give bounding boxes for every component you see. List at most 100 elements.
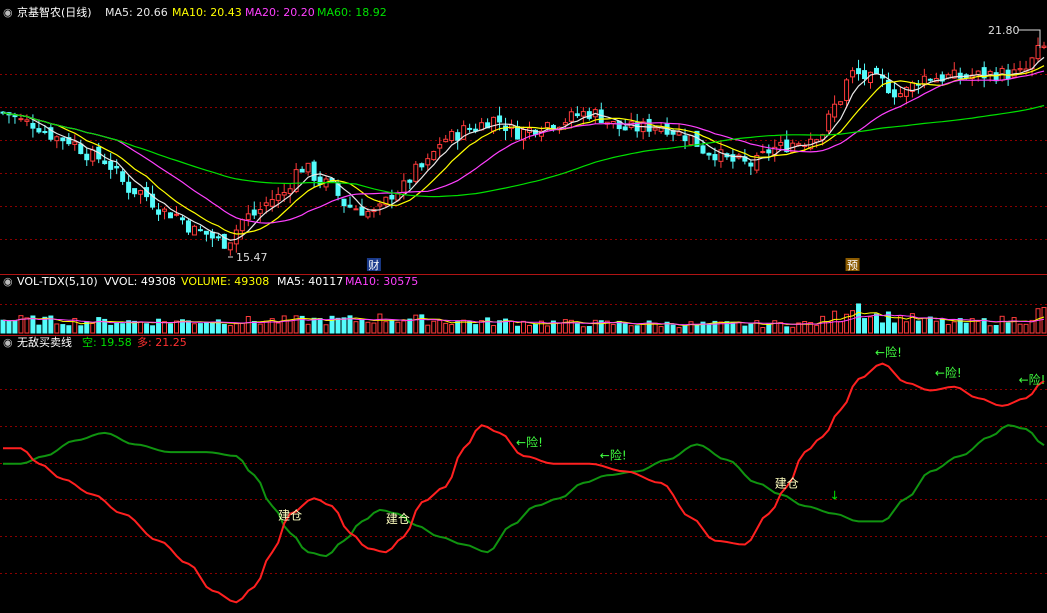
volume-bars[interactable] — [0, 303, 1047, 334]
volume-bar — [233, 323, 239, 334]
volume-bar — [497, 320, 503, 334]
candle-body — [766, 149, 772, 154]
volume-bar — [120, 323, 126, 334]
candle-body — [227, 242, 233, 251]
candle-body — [305, 162, 311, 173]
candle-body — [18, 118, 24, 121]
candle-body — [862, 70, 868, 80]
volume-bar — [1005, 322, 1011, 334]
candle-body — [407, 179, 413, 183]
volume-bar — [251, 320, 257, 334]
indicator-name: 无敌买卖线 — [17, 335, 72, 349]
volume-bar — [903, 321, 909, 334]
candle-body — [239, 219, 245, 232]
ma10-label: MA10: 20.43 — [172, 6, 242, 19]
candle-body — [574, 113, 580, 117]
volume-bar — [526, 324, 532, 334]
volume-bar — [473, 324, 479, 334]
candle-body — [36, 128, 42, 133]
candle-body — [72, 141, 78, 145]
candle-body — [215, 236, 221, 239]
volume-bar — [54, 323, 60, 334]
volume-bar — [0, 319, 6, 334]
candle-body — [114, 165, 120, 169]
indicator-gear-icon[interactable]: ◉ — [3, 336, 13, 349]
volume-bar — [820, 315, 826, 334]
volume-bar — [138, 321, 144, 334]
volume-bar — [784, 326, 790, 334]
candle-body — [174, 213, 179, 216]
volume-bar — [365, 321, 371, 334]
candle-body — [868, 71, 873, 84]
volume-bar — [562, 319, 568, 334]
candle-body — [443, 138, 449, 143]
candle-body — [676, 131, 682, 136]
candle-body — [60, 137, 66, 142]
volume-bar — [652, 322, 658, 334]
candle-body — [1017, 68, 1023, 71]
volume-bar — [431, 320, 437, 334]
price-candles[interactable] — [0, 37, 1047, 256]
candle-body — [844, 79, 850, 101]
candle-body — [281, 191, 287, 196]
high-price-label: 21.80 — [988, 24, 1020, 37]
candle-body — [497, 115, 503, 123]
candle-body — [850, 70, 856, 78]
candle-body — [347, 204, 353, 208]
volume-bar — [66, 325, 72, 334]
volume-bar — [580, 326, 586, 334]
candle-body — [257, 209, 263, 214]
candle-body — [132, 188, 138, 195]
candle-body — [353, 208, 359, 211]
indicator-mark-warn: ←险! — [875, 344, 902, 359]
candle-body — [42, 131, 48, 134]
header-gear-icon[interactable]: ◉ — [3, 6, 13, 19]
candle-body — [203, 230, 209, 235]
volume-indicator-name: VOL-TDX(5,10) — [17, 275, 98, 288]
candle-body — [275, 194, 281, 201]
candle-body — [873, 67, 879, 74]
volume-bar — [586, 326, 592, 334]
indicator-mark-buy: 建仓 — [386, 512, 410, 526]
candle-body — [245, 213, 251, 221]
candle-body — [78, 143, 84, 155]
candle-body — [652, 127, 658, 131]
volume-bar — [323, 324, 329, 334]
candle-body — [455, 132, 461, 141]
volume-gear-icon[interactable]: ◉ — [3, 275, 13, 288]
volume-bar — [162, 321, 168, 334]
volume-bar — [790, 326, 796, 334]
volume-bar — [706, 323, 712, 334]
volume-bar — [544, 325, 550, 334]
volume-bar — [257, 323, 263, 334]
volume-bar — [1017, 323, 1023, 334]
candle-body — [108, 160, 114, 170]
candle-body — [191, 225, 197, 236]
volume-bar — [862, 318, 868, 334]
candle-body — [413, 163, 419, 182]
volume-bar — [317, 318, 323, 334]
volume-bar — [1041, 306, 1047, 334]
volume-bar — [144, 323, 150, 334]
volume-bar — [449, 324, 455, 334]
candle-body — [251, 209, 257, 216]
indicator-mark-buy: 建仓 — [278, 508, 302, 522]
volume-bar — [60, 324, 66, 334]
indicator-lines: 建仓 建仓←险!←险!建仓↓←险!←险! ←险! — [3, 344, 1045, 604]
duo-line — [3, 362, 1045, 604]
volume-bar — [814, 324, 820, 334]
volume-bar — [592, 319, 598, 334]
candle-body — [987, 70, 993, 75]
candle-body — [359, 206, 365, 216]
volume-bar — [78, 325, 84, 334]
candle-body — [437, 144, 443, 149]
low-price-label: 15.47 — [236, 251, 268, 264]
candle-body — [682, 135, 688, 142]
volume-bar — [778, 322, 784, 334]
candle-body — [760, 151, 766, 154]
candle-body — [778, 141, 784, 146]
volume-bar — [335, 317, 341, 334]
volume-bar — [951, 321, 957, 334]
candle-body — [317, 176, 323, 185]
candle-body — [700, 145, 706, 154]
